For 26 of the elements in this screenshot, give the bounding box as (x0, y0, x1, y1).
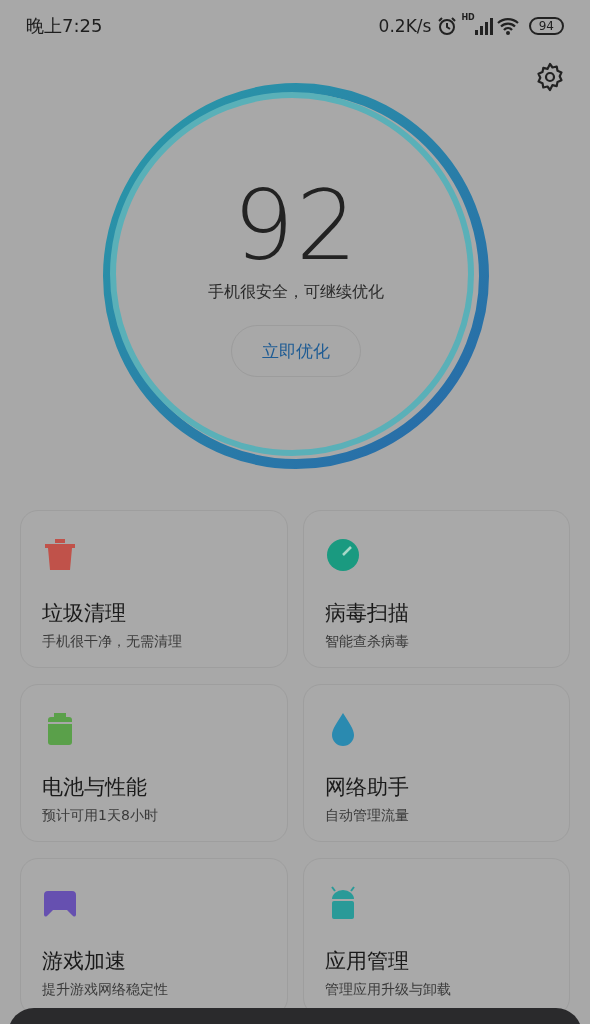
score-message: 手机很安全，可继续优化 (208, 282, 384, 303)
trash-icon (42, 537, 78, 573)
card-title: 网络助手 (325, 774, 409, 801)
network-speed: 0.2K/s (378, 16, 432, 36)
card-subtitle: 智能查杀病毒 (325, 633, 409, 651)
network-type-label: HD (461, 13, 475, 22)
card-subtitle: 自动管理流量 (325, 807, 409, 825)
card-title: 病毒扫描 (325, 600, 409, 627)
card-subtitle: 管理应用升级与卸载 (325, 981, 451, 999)
signal-icon (474, 17, 493, 35)
feature-card[interactable]: 电池与性能 预计可用1天8小时 (20, 684, 288, 842)
card-subtitle: 提升游戏网络稳定性 (42, 981, 168, 999)
status-time: 晚上7:25 (26, 14, 103, 38)
card-subtitle: 预计可用1天8小时 (42, 807, 158, 825)
card-subtitle: 手机很干净，无需清理 (42, 633, 182, 651)
feature-card[interactable]: 垃圾清理 手机很干净，无需清理 (20, 510, 288, 668)
card-title: 垃圾清理 (42, 600, 126, 627)
card-title: 游戏加速 (42, 948, 126, 975)
score-value: 92 (232, 176, 360, 276)
card-title: 应用管理 (325, 948, 409, 975)
gauge-icon (325, 537, 361, 573)
feature-card[interactable]: 病毒扫描 智能查杀病毒 (303, 510, 570, 668)
card-title: 电池与性能 (42, 774, 147, 801)
feature-card[interactable]: 网络助手 自动管理流量 (303, 684, 570, 842)
battery-indicator: 94 (528, 17, 564, 35)
settings-icon[interactable] (535, 62, 565, 92)
